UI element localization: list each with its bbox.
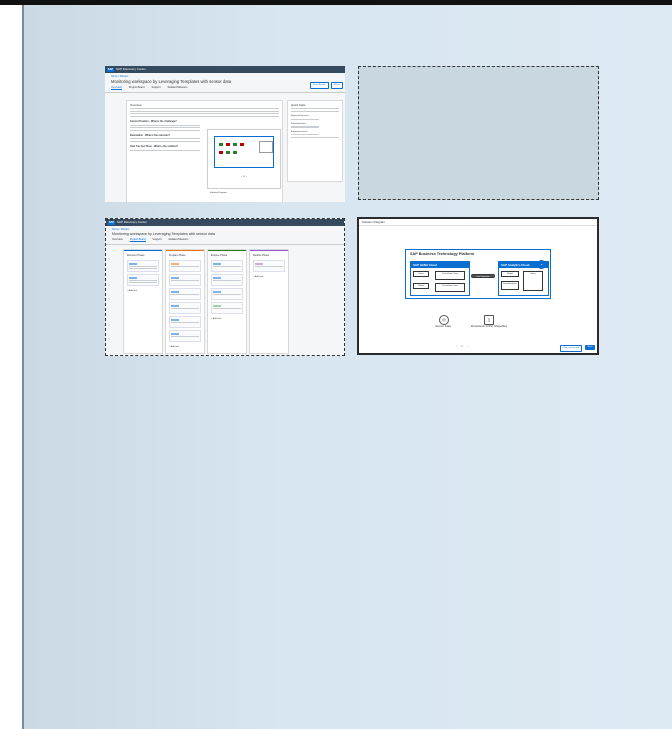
thumbnail-project-board[interactable]: SAP SAP Discovery Center Home / Mission … <box>105 218 345 356</box>
tab-overview[interactable]: Overview <box>111 86 122 90</box>
overview-panel: Overview Current Position - What is the … <box>126 100 283 202</box>
task-card[interactable] <box>127 260 159 272</box>
close-button[interactable]: Close <box>585 345 595 350</box>
sap-logo: SAP <box>108 220 115 225</box>
shell-bar: SAP SAP Discovery Center <box>106 219 344 226</box>
thumbnail-mission-overview[interactable]: SAP SAP Discovery Center Home / Mission … <box>105 66 345 202</box>
tab-related-missions[interactable]: Related Missions <box>168 86 188 90</box>
sap-logo: SAP <box>107 67 114 72</box>
tab-project-board[interactable]: Project Board <box>129 86 145 90</box>
stat-estimated-time: Estimated time <box>291 123 306 126</box>
hana-cloud-box: SAP HANA Cloud Views Calculation View Ta… <box>410 261 470 296</box>
shell-bar: SAP SAP Discovery Center <box>105 66 345 73</box>
column-title: Realize Phase <box>250 250 288 258</box>
add-task-link[interactable]: + Add task <box>124 288 162 292</box>
dialog-title: Solution Diagram <box>359 219 597 226</box>
task-card[interactable] <box>211 302 243 314</box>
sac-story-box: Story <box>523 271 543 291</box>
task-card[interactable] <box>169 288 201 300</box>
solution-diagram-dialog: SAP Business Technology Platform SAP HAN… <box>359 226 597 353</box>
task-card[interactable] <box>169 330 201 342</box>
tab-bar: Overview Project Board Support Related M… <box>106 237 344 245</box>
open-new-tab-button[interactable]: Open in new tab <box>560 345 582 352</box>
tab-related-missions[interactable]: Related Missions <box>169 238 189 242</box>
column-realize: Realize Phase + Add task <box>249 249 289 354</box>
column-title: Prepare Phase <box>166 250 204 258</box>
empty-placeholder-slot[interactable] <box>358 66 599 200</box>
add-task-link[interactable]: + Add task <box>250 274 288 278</box>
diagram-pager[interactable]: ‹ 1 › <box>456 344 468 348</box>
add-task-link[interactable]: + Add task <box>208 316 246 320</box>
tab-bar: Overview Project Board Support Related M… <box>105 85 345 93</box>
task-card[interactable] <box>211 260 243 272</box>
sac-box: SAP Analytics Cloud ◔ Model Story Data A… <box>498 260 549 296</box>
tab-support[interactable]: Support <box>152 86 161 90</box>
task-card[interactable] <box>169 274 201 286</box>
left-margin <box>0 5 22 729</box>
share-button[interactable]: Share <box>331 82 343 89</box>
stat-experience-level: Experience level <box>291 130 308 133</box>
task-card[interactable] <box>169 302 201 314</box>
tab-overview[interactable]: Overview <box>112 238 123 242</box>
hana-tables-box: Tables <box>413 283 429 289</box>
subhead-challenge: Current Position - What is the challenge… <box>130 120 177 124</box>
column-discover: Discover Phase + Add task <box>123 249 163 354</box>
start-mission-button[interactable]: Start Mission <box>310 82 329 89</box>
task-card[interactable] <box>127 274 159 286</box>
add-task-link[interactable]: + Add task <box>166 344 204 348</box>
btp-container: SAP Business Technology Platform SAP HAN… <box>405 249 551 299</box>
column-title: Explore Phase <box>208 250 246 258</box>
btp-label: SAP Business Technology Platform <box>410 252 475 256</box>
thumbnail-solution-diagram[interactable]: Solution Diagram SAP Business Technology… <box>357 217 599 355</box>
hana-label: SAP HANA Cloud <box>411 262 469 268</box>
shell-title: SAP Discovery Center <box>116 67 146 71</box>
task-card[interactable] <box>169 316 201 328</box>
sac-model-box: Model <box>501 271 519 277</box>
overview-heading: Overview <box>130 103 142 107</box>
task-card[interactable] <box>253 260 285 272</box>
live-connection-pill: Live Connection <box>471 274 495 278</box>
column-prepare: Prepare Phase + Add task <box>165 249 205 354</box>
shell-title: SAP Discovery Center <box>117 220 147 224</box>
flowsheets-label: Flowsheets (CSV) Shapefiles <box>470 324 508 328</box>
quick-stats-heading: Quick Stats <box>291 103 306 107</box>
diagram-pager[interactable]: ‹ ● › <box>208 174 280 178</box>
hana-calc-view-box: Calculation View <box>435 271 465 280</box>
hana-views-box: Views <box>413 271 429 277</box>
task-card[interactable] <box>211 274 243 286</box>
diagram-caption: Solution Diagram <box>210 192 227 194</box>
tab-project-board[interactable]: Project Board <box>129 238 146 242</box>
sac-data-analyzer-box: Data Analyzer <box>501 281 519 290</box>
tab-support[interactable]: Support <box>153 238 162 242</box>
diagram-preview[interactable]: ‹ ● › <box>207 129 281 189</box>
column-title: Discover Phase <box>124 250 162 258</box>
column-explore: Explore Phase + Add task <box>207 249 247 354</box>
task-card[interactable] <box>211 288 243 300</box>
quick-stats-panel: Quick Stats Required Services Estimated … <box>287 100 343 182</box>
stat-required-services: Required Services <box>291 115 309 118</box>
page-number: 1 <box>461 344 463 348</box>
sensor-data-label: Sensor Data <box>435 324 451 328</box>
page-title: Monitoring workspace by Leveraging Templ… <box>111 79 232 84</box>
analytics-icon: ◔ <box>537 260 546 269</box>
task-card[interactable] <box>169 260 201 272</box>
hana-calc-view-box-2: Calculation View <box>435 283 465 292</box>
